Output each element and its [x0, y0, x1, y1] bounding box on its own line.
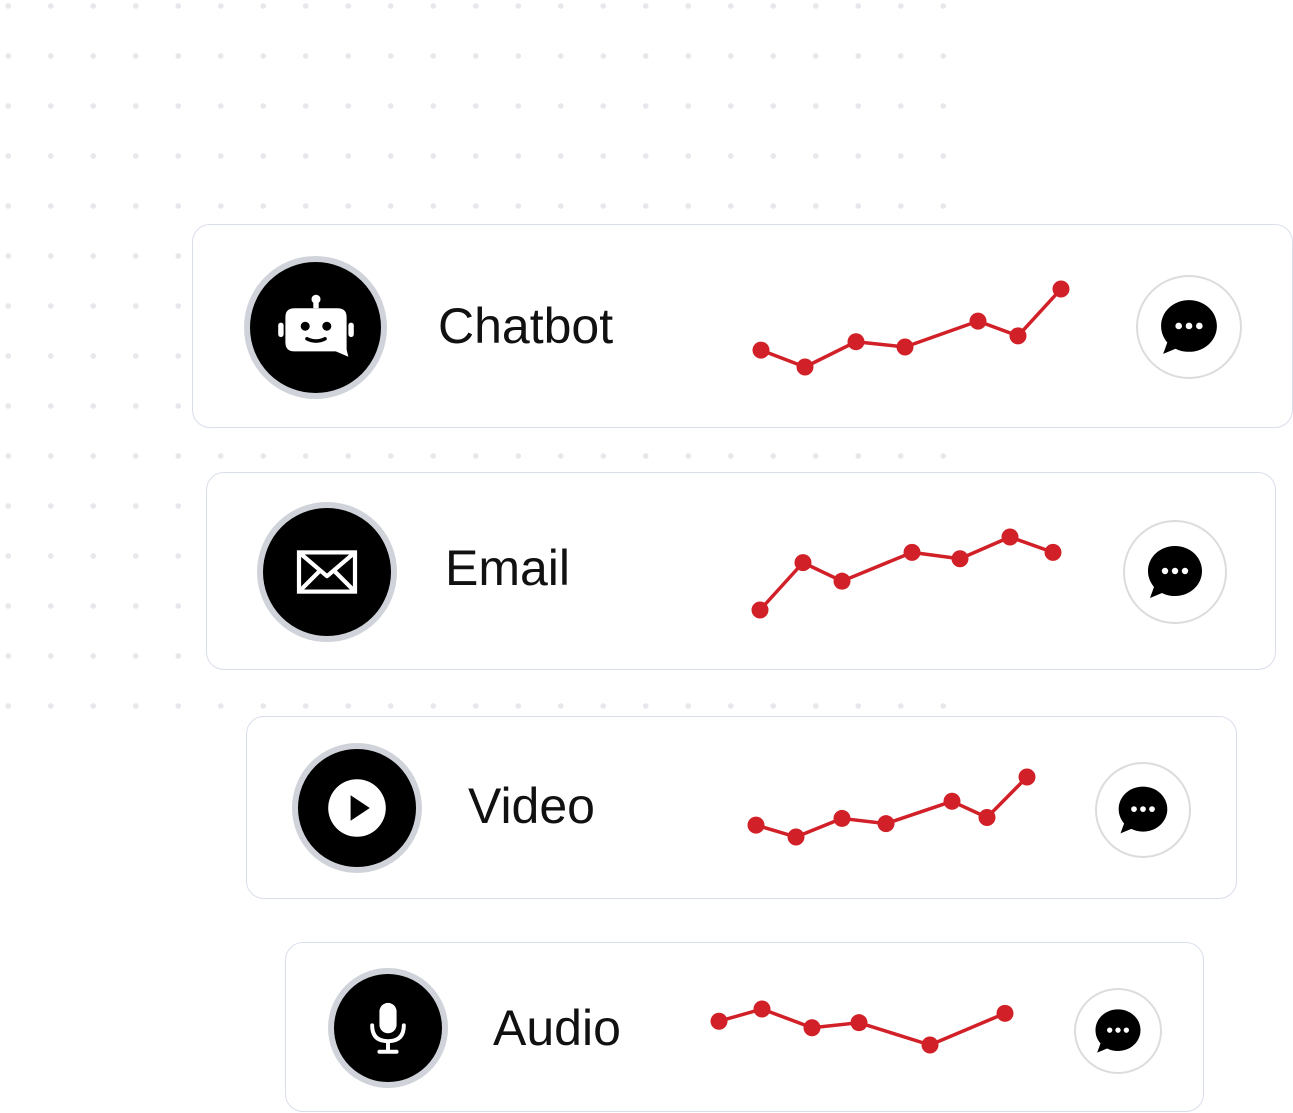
sparkline-point	[978, 808, 996, 826]
sparkline-point	[794, 554, 812, 572]
sparkline-point	[877, 815, 895, 833]
chatbot-icon	[244, 256, 387, 399]
channel-card-email[interactable]: Email	[206, 472, 1276, 670]
sparkline-point	[803, 1019, 821, 1037]
trend-sparkline	[751, 528, 1062, 619]
channel-label: Chatbot	[438, 298, 614, 354]
trend-sparkline	[752, 280, 1070, 376]
sparkline-point	[850, 1014, 868, 1032]
sparkline-point	[847, 333, 865, 351]
sparkline-point	[921, 1036, 939, 1054]
channel-label: Audio	[493, 1000, 621, 1056]
envelope-icon	[257, 502, 397, 642]
sparkline-point	[796, 358, 814, 376]
sparkline-point	[833, 809, 851, 827]
trend-sparkline	[710, 1000, 1014, 1054]
chat-button[interactable]	[1123, 520, 1227, 624]
sparkline-point	[1052, 280, 1070, 298]
trend-sparkline	[747, 768, 1036, 846]
microphone-icon	[328, 968, 448, 1088]
channel-label: Video	[468, 778, 595, 834]
sparkline-point	[1044, 543, 1062, 561]
chat-button[interactable]	[1074, 988, 1162, 1074]
channel-card-chatbot[interactable]: Chatbot	[192, 224, 1293, 428]
sparkline-point	[710, 1012, 728, 1030]
chat-button[interactable]	[1095, 762, 1191, 858]
sparkline-point	[996, 1004, 1014, 1022]
sparkline-point	[753, 1000, 771, 1018]
sparkline-point	[896, 338, 914, 356]
sparkline-point	[751, 601, 769, 619]
sparkline-point	[903, 543, 921, 561]
chat-bubble-icon	[1148, 546, 1202, 598]
channel-card-audio[interactable]: Audio	[285, 942, 1204, 1112]
play-icon	[292, 743, 422, 873]
sparkline-point	[969, 312, 987, 330]
sparkline-point	[833, 572, 851, 590]
sparkline-point	[1001, 528, 1019, 546]
chat-button[interactable]	[1136, 275, 1242, 379]
channel-label: Email	[445, 540, 571, 596]
channel-card-video[interactable]: Video	[246, 716, 1237, 899]
sparkline-point	[747, 816, 765, 834]
sparkline-point	[951, 550, 969, 568]
sparkline-point	[787, 828, 805, 846]
chat-bubble-icon	[1161, 300, 1217, 354]
sparkline-point	[1009, 327, 1027, 345]
chat-bubble-icon	[1095, 1009, 1141, 1053]
sparkline-point	[943, 792, 961, 810]
sparkline-point	[752, 341, 770, 359]
sparkline-point	[1018, 768, 1036, 786]
chat-bubble-icon	[1118, 786, 1168, 834]
